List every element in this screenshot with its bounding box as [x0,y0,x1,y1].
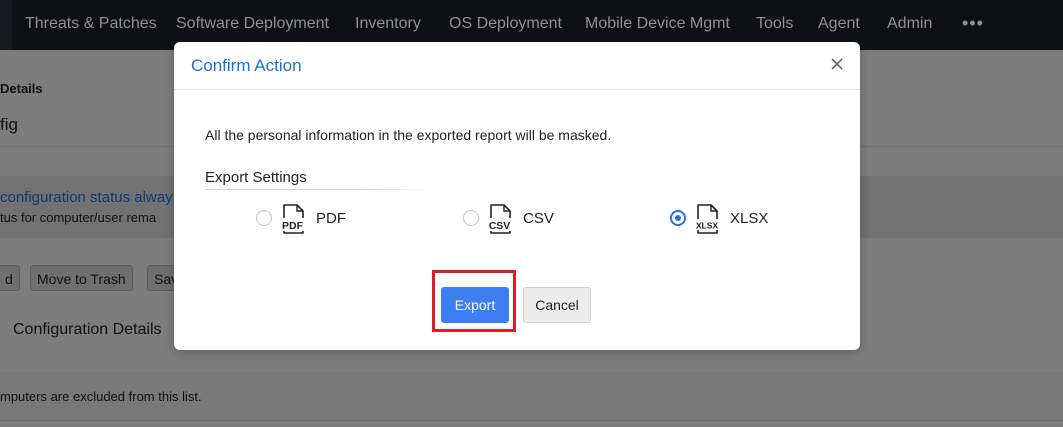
section-divider [205,189,431,190]
footer-note: mputers are excluded from this list. [0,389,202,404]
pdf-icon-tag: PDF [282,220,304,232]
cancel-button[interactable]: Cancel [523,287,591,323]
move-to-trash-button[interactable]: Move to Trash [30,265,133,291]
details-heading: Details [0,81,43,96]
divider [0,420,1063,421]
export-option-csv[interactable]: CSV CSV [463,204,573,234]
partial-action-button[interactable]: d [0,265,20,291]
csv-file-icon: CSV [486,204,513,234]
export-option-xlsx[interactable]: XLSX XLSX [670,204,780,234]
close-icon[interactable] [829,56,845,72]
xlsx-file-icon: XLSX [693,204,721,234]
nav-item-mobile-device-mgmt[interactable]: Mobile Device Mgmt [585,15,730,33]
nav-item-inventory[interactable]: Inventory [355,15,421,33]
xlsx-option-label: XLSX [730,210,769,227]
dialog-header: Confirm Action [174,42,860,90]
nav-item-tools[interactable]: Tools [756,15,793,33]
nav-item-agent[interactable]: Agent [818,15,860,33]
export-settings-label: Export Settings [205,169,307,186]
notice-text: tus for computer/user rema [0,210,157,225]
nav-left-edge [0,0,12,50]
nav-item-threats-patches[interactable]: Threats & Patches [25,15,157,33]
pdf-file-icon: PDF [279,204,306,234]
nav-item-software-deployment[interactable]: Software Deployment [176,15,329,33]
dialog-title: Confirm Action [191,56,302,75]
csv-radio[interactable] [463,210,479,226]
nav-item-os-deployment[interactable]: OS Deployment [449,15,562,33]
pdf-radio[interactable] [256,210,272,226]
nav-item-admin[interactable]: Admin [887,15,932,33]
export-option-pdf[interactable]: PDF PDF [256,204,366,234]
xlsx-radio[interactable] [670,210,686,226]
csv-option-label: CSV [523,210,554,227]
xlsx-icon-tag: XLSX [696,221,719,231]
pdf-option-label: PDF [316,210,346,227]
confirm-action-dialog: Confirm Action All the personal informat… [174,42,860,350]
more-menu-icon[interactable]: ••• [962,13,984,34]
masking-message: All the personal information in the expo… [205,127,612,143]
tab-configuration-details[interactable]: Configuration Details [13,321,162,339]
csv-icon-tag: CSV [489,220,511,232]
config-name-fragment: fig [0,115,18,134]
export-button[interactable]: Export [441,287,509,323]
notice-link[interactable]: configuration status alway [0,189,173,206]
